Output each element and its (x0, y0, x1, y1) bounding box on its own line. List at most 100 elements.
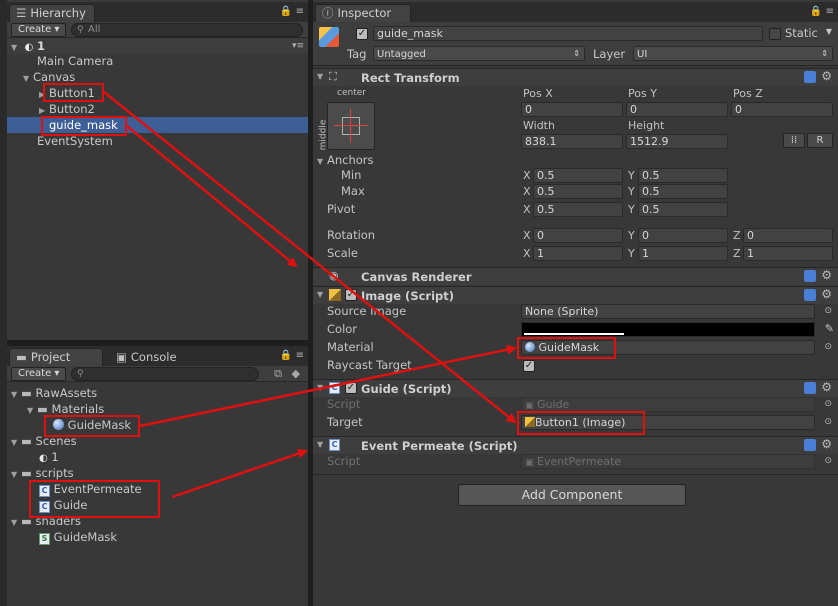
project-item[interactable]: ▼ ▬ RawAssets (11, 385, 97, 401)
help-icon[interactable] (804, 382, 816, 394)
fold-open-icon[interactable]: ▼ (23, 71, 33, 87)
filter-label-icon[interactable]: ◆ (292, 367, 300, 380)
event-permeate-header[interactable]: ▼ C Event Permeate (Script) ⚙ (313, 436, 838, 454)
pos-z-field[interactable]: 0 (731, 102, 833, 117)
help-icon[interactable] (804, 270, 816, 282)
vertical-splitter[interactable] (308, 0, 313, 606)
project-create-button[interactable]: Create ▾ (11, 367, 67, 381)
gear-icon[interactable]: ⚙ (821, 380, 832, 394)
tag-dropdown[interactable]: Untagged ⇕ (373, 46, 585, 61)
rect-transform-header[interactable]: ▼ ⛶ Rect Transform ⚙ (313, 68, 838, 86)
panel-menu-icon[interactable]: ≡ (826, 6, 836, 17)
image-component-header[interactable]: ▼ ✓ Image (Script) ⚙ (313, 286, 838, 304)
pos-x-field[interactable]: 0 (521, 102, 623, 117)
lock-icon[interactable]: 🔒 (810, 6, 824, 17)
gear-icon[interactable]: ⚙ (821, 69, 832, 83)
project-item[interactable]: C Guide (39, 497, 87, 513)
hierarchy-item[interactable]: ▶ Button1 (39, 85, 95, 101)
fold-open-icon[interactable]: ▼ (317, 290, 327, 299)
width-field[interactable]: 838.1 (521, 134, 623, 149)
material-field[interactable]: GuideMask (521, 340, 815, 355)
fold-open-icon[interactable]: ▼ (11, 515, 21, 531)
scale-z-field[interactable]: 1 (743, 246, 833, 261)
project-item[interactable]: S GuideMask (39, 529, 117, 545)
anchors-row[interactable]: ▼ Anchors (317, 152, 374, 168)
static-dropdown-icon[interactable]: ▼ (826, 27, 832, 36)
rotation-z-field[interactable]: 0 (743, 228, 833, 243)
add-component-button[interactable]: Add Component (458, 484, 686, 506)
pivot-x-field[interactable]: 0.5 (533, 202, 623, 217)
anchor-min-x-field[interactable]: 0.5 (533, 168, 623, 183)
tab-console[interactable]: ▣ Console (109, 348, 186, 366)
source-image-field[interactable]: None (Sprite) (521, 304, 815, 319)
project-item[interactable]: GuideMask (53, 417, 131, 433)
fold-open-icon[interactable]: ▼ (11, 40, 21, 56)
tab-inspector[interactable]: ⓘ Inspector (315, 4, 411, 22)
fold-open-icon[interactable]: ▼ (11, 467, 21, 483)
guide-enabled-checkbox[interactable]: ✓ (345, 382, 357, 394)
raw-edit-button[interactable]: R (807, 133, 833, 148)
layer-dropdown[interactable]: UI ⇕ (633, 46, 833, 61)
fold-open-icon[interactable]: ▼ (11, 435, 21, 451)
object-picker-icon[interactable]: ⊙ (824, 417, 832, 427)
object-name-field[interactable]: guide_mask (373, 26, 763, 41)
tab-hierarchy[interactable]: ☰ Hierarchy (9, 4, 95, 22)
fold-open-icon[interactable]: ▼ (27, 403, 37, 419)
object-picker-icon[interactable]: ⊙ (824, 342, 832, 352)
lock-icon[interactable]: 🔒 (280, 6, 294, 17)
hierarchy-item[interactable]: EventSystem (37, 133, 113, 149)
raycast-target-checkbox[interactable]: ✓ (523, 360, 535, 372)
fold-open-icon[interactable]: ▼ (11, 387, 21, 403)
project-item[interactable]: ▼ ▬ scripts (11, 465, 74, 481)
lock-icon[interactable]: 🔒 (280, 350, 294, 361)
target-field[interactable]: Button1 (Image) (521, 415, 815, 430)
anchor-preset-button[interactable] (327, 102, 375, 150)
fold-open-icon[interactable]: ▼ (317, 440, 327, 449)
fold-open-icon[interactable]: ▼ (317, 72, 327, 81)
help-icon[interactable] (804, 439, 816, 451)
rotation-y-field[interactable]: 0 (638, 228, 728, 243)
object-picker-icon[interactable]: ⊙ (824, 306, 832, 316)
blueprint-mode-button[interactable]: ⁞⁞ (783, 133, 805, 148)
panel-menu-icon[interactable]: ≡ (296, 350, 306, 361)
hierarchy-item[interactable]: Main Camera (37, 53, 113, 69)
project-item[interactable]: ◐ 1 (39, 449, 59, 465)
project-item[interactable]: ▼ ▬ Materials (27, 401, 104, 417)
image-enabled-checkbox[interactable]: ✓ (345, 289, 357, 301)
filter-type-icon[interactable]: ⧉ (274, 367, 282, 381)
height-field[interactable]: 1512.9 (626, 134, 728, 149)
pos-y-field[interactable]: 0 (626, 102, 728, 117)
guide-component-header[interactable]: ▼ C ✓ Guide (Script) ⚙ (313, 379, 838, 397)
color-swatch[interactable] (521, 322, 815, 337)
canvas-renderer-header[interactable]: ◉ Canvas Renderer ⚙ (313, 267, 838, 285)
tab-project[interactable]: ▬ Project (9, 348, 103, 366)
static-checkbox[interactable] (769, 28, 781, 40)
scene-menu-icon[interactable]: ▾≡ (292, 38, 304, 54)
rotation-x-field[interactable]: 0 (533, 228, 623, 243)
fold-open-icon[interactable]: ▼ (317, 154, 327, 170)
horizontal-splitter[interactable] (7, 340, 308, 346)
project-search-input[interactable]: ⚲ (71, 367, 259, 381)
gear-icon[interactable]: ⚙ (821, 287, 832, 301)
active-checkbox[interactable]: ✓ (356, 28, 368, 40)
anchor-max-y-field[interactable]: 0.5 (638, 184, 728, 199)
hierarchy-item[interactable]: ▼ Canvas (23, 69, 75, 85)
help-icon[interactable] (804, 71, 816, 83)
hierarchy-item-selected[interactable]: guide_mask (7, 117, 308, 133)
gear-icon[interactable]: ⚙ (821, 437, 832, 451)
scale-x-field[interactable]: 1 (533, 246, 623, 261)
panel-menu-icon[interactable]: ≡ (296, 6, 306, 17)
anchor-max-x-field[interactable]: 0.5 (533, 184, 623, 199)
scene-row[interactable]: ▼ ◐ 1 ▾≡ (7, 38, 308, 54)
anchor-min-y-field[interactable]: 0.5 (638, 168, 728, 183)
project-item[interactable]: C EventPermeate (39, 481, 142, 497)
pivot-y-field[interactable]: 0.5 (638, 202, 728, 217)
eyedropper-icon[interactable]: ✎ (825, 322, 834, 335)
hierarchy-create-button[interactable]: Create ▾ (11, 23, 67, 37)
project-item[interactable]: ▼ ▬ Scenes (11, 433, 77, 449)
help-icon[interactable] (804, 289, 816, 301)
gear-icon[interactable]: ⚙ (821, 268, 832, 282)
hierarchy-item[interactable]: ▶ Button2 (39, 101, 95, 117)
fold-open-icon[interactable]: ▼ (317, 383, 327, 392)
hierarchy-search-input[interactable]: ⚲ All (71, 23, 303, 37)
